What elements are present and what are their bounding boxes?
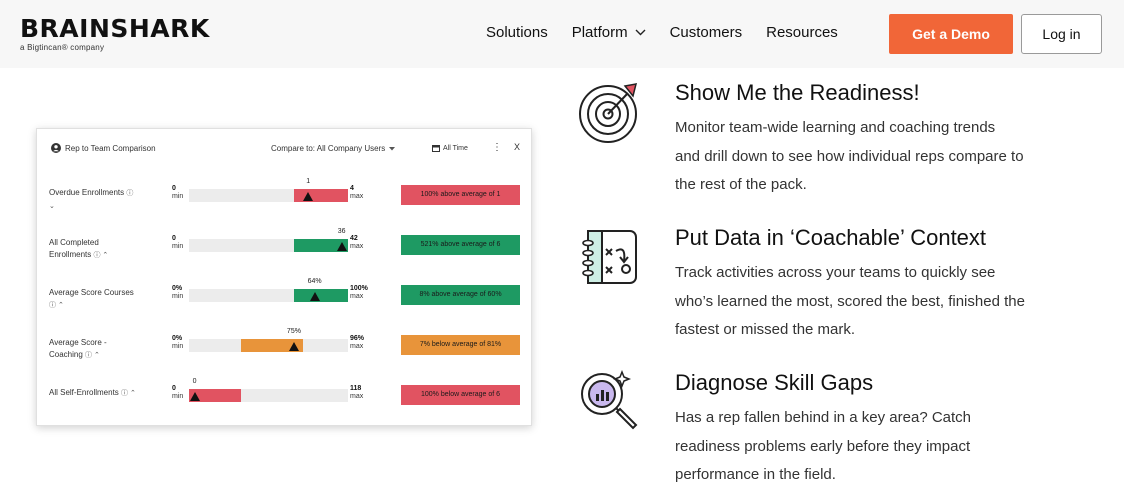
- metric-track: 0: [189, 378, 348, 402]
- metric-value: 75%: [286, 328, 301, 335]
- feature-description: Track activities across your teams to qu…: [675, 264, 1025, 338]
- comparison-badge: 8% above average of 60%: [401, 285, 520, 305]
- compare-dropdown[interactable]: Compare to: All Company Users: [271, 144, 396, 153]
- card-title: Rep to Team Comparison: [51, 143, 156, 153]
- target-icon: [579, 83, 638, 143]
- nav-item-platform[interactable]: Platform: [572, 24, 646, 41]
- comparison-badge: 521% above average of 6: [401, 235, 520, 255]
- metric-value: 0: [192, 378, 197, 385]
- expand-icon[interactable]: ⌄: [49, 203, 55, 210]
- metric-max: 100% max: [350, 285, 368, 300]
- metric-fill: [293, 189, 348, 202]
- metric-min: 0 min: [172, 185, 184, 200]
- metric-track: 75%: [189, 328, 348, 352]
- metric-track: 1: [189, 178, 348, 202]
- metric-row-overdue: Overdue Enrollments ⓘ ⌄ 0 min 1 4 max 100% …: [37, 178, 531, 227]
- metric-track: 36: [189, 228, 348, 252]
- metric-track: 64%: [189, 278, 348, 302]
- comparison-badge: 100% below average of 6: [401, 385, 520, 405]
- brand-logo[interactable]: BRAINSHARK a Bigtincan® company: [20, 14, 210, 53]
- info-icon[interactable]: ⓘ ⌃: [93, 252, 108, 259]
- user-circle-icon: [51, 143, 61, 153]
- info-icon[interactable]: ⓘ ⌃: [49, 302, 64, 309]
- metric-value: 64%: [307, 278, 322, 285]
- metric-row-avg-coaching: Average Score - Coaching ⓘ ⌃ 0% min 75% 96…: [37, 328, 531, 377]
- feature-description: Has a rep fallen behind in a key area? C…: [675, 409, 972, 483]
- site-header: BRAINSHARK a Bigtincan® company Solution…: [0, 0, 1124, 68]
- feature-title: Diagnose Skill Gaps: [675, 370, 874, 395]
- login-button[interactable]: Log in: [1021, 14, 1102, 54]
- metric-label: All Self-Enrollments ⓘ ⌃: [49, 388, 136, 397]
- nav-item-customers[interactable]: Customers: [670, 24, 743, 41]
- playbook-icon: [582, 230, 637, 284]
- info-icon[interactable]: ⓘ ⌃: [121, 390, 136, 397]
- metric-value: 1: [306, 178, 311, 185]
- comparison-badge: 7% below average of 81%: [401, 335, 520, 355]
- card-header: Rep to Team Comparison Compare to: All C…: [37, 129, 531, 167]
- metric-max: 96% max: [350, 335, 365, 350]
- feature-title: Show Me the Readiness!: [675, 80, 920, 105]
- metric-min: 0 min: [172, 385, 184, 400]
- metric-row-avg-courses: Average Score Courses ⓘ ⌃ 0% min 64% 100% m…: [37, 278, 531, 327]
- metric-label: Average Score Courses ⓘ ⌃: [49, 288, 134, 309]
- info-icon[interactable]: ⓘ: [126, 190, 133, 197]
- rep-comparison-card: Rep to Team Comparison Compare to: All C…: [36, 128, 532, 426]
- metric-marker: [189, 392, 200, 401]
- metric-max: 118 max: [350, 385, 364, 400]
- info-icon[interactable]: ⓘ ⌃: [85, 352, 100, 359]
- time-range-filter[interactable]: All Time: [432, 144, 468, 152]
- close-icon[interactable]: X: [514, 142, 520, 152]
- feature-readiness: Show Me the Readiness! Monitor team-wide…: [578, 80, 1098, 193]
- magnifier-chart-icon: [581, 370, 638, 430]
- metric-marker: [303, 192, 314, 201]
- feature-title: Put Data in ‘Coachable’ Context: [675, 225, 987, 250]
- chevron-down-icon: [635, 29, 646, 36]
- logo-wordmark: BRAINSHARK: [20, 14, 210, 43]
- metric-row-self-enroll: All Self-Enrollments ⓘ ⌃ 0 min 0 118 max 1…: [37, 378, 531, 427]
- metric-min: 0 min: [172, 235, 184, 250]
- metric-max: 42 max: [350, 235, 364, 250]
- metric-marker: [309, 292, 320, 301]
- metric-min: 0% min: [172, 335, 184, 350]
- comparison-badge: 100% above average of 1: [401, 185, 520, 205]
- metric-max: 4 max: [350, 185, 364, 200]
- metric-label: Average Score - Coaching ⓘ ⌃: [49, 338, 107, 359]
- logo-tagline: a Bigtincan® company: [20, 43, 105, 52]
- metric-row-completed: All Completed Enrollments ⓘ ⌃ 0 min 36 42 m…: [37, 228, 531, 277]
- feature-skill-gaps: Diagnose Skill Gaps Has a rep fallen beh…: [578, 370, 1098, 483]
- metric-min: 0% min: [172, 285, 184, 300]
- nav-item-solutions[interactable]: Solutions: [486, 24, 548, 41]
- metric-marker: [336, 242, 347, 251]
- metric-label: Overdue Enrollments ⓘ ⌄: [49, 188, 134, 210]
- feature-coachable: Put Data in ‘Coachable’ Context Track ac…: [578, 225, 1098, 338]
- metric-value: 36: [337, 228, 346, 235]
- calendar-icon: [432, 145, 440, 152]
- caret-down-icon: [389, 146, 396, 150]
- feature-description: Monitor team-wide learning and coaching …: [675, 119, 1024, 193]
- nav-item-resources[interactable]: Resources: [766, 24, 838, 41]
- metric-fill: [293, 289, 348, 302]
- metric-label: All Completed Enrollments ⓘ ⌃: [49, 238, 109, 259]
- more-options-icon[interactable]: ⋮: [492, 142, 502, 153]
- main-nav: Solutions Platform Customers Resources: [486, 24, 862, 41]
- get-demo-button[interactable]: Get a Demo: [889, 14, 1013, 54]
- metric-marker: [288, 342, 299, 351]
